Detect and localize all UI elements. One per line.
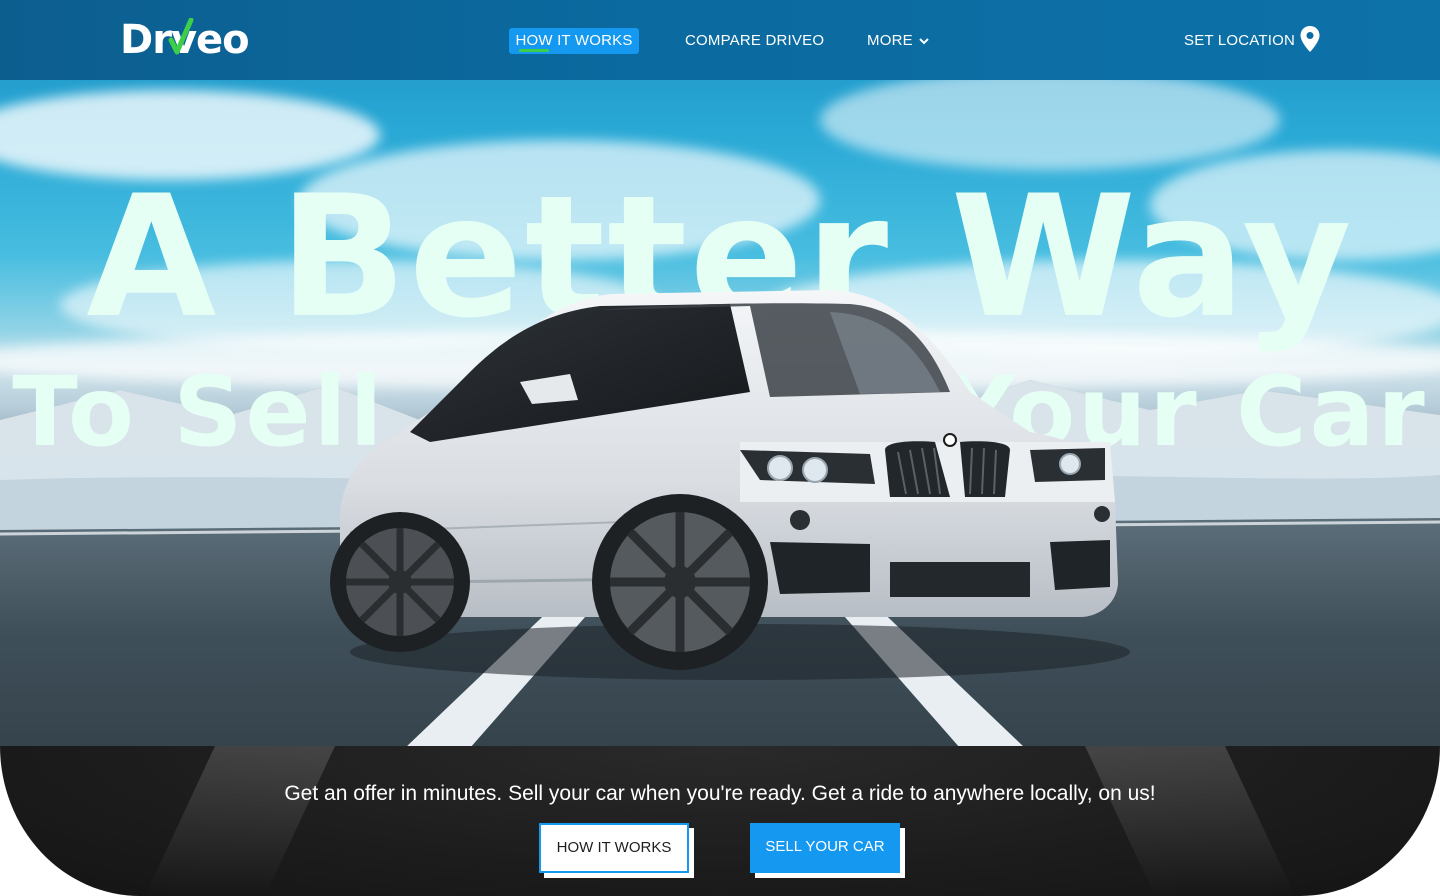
nav-more-dropdown[interactable]: MORE — [867, 28, 929, 54]
how-it-works-button[interactable]: HOW IT WORKS — [539, 823, 689, 873]
cta-panel: Get an offer in minutes. Sell your car w… — [0, 746, 1440, 896]
set-location-label: SET LOCATION — [1184, 32, 1296, 49]
white-suv-image — [330, 290, 1130, 680]
logo-text-start: Dr — [120, 17, 172, 63]
set-location-link[interactable]: SET LOCATION — [1184, 28, 1295, 54]
sell-your-car-button[interactable]: SELL YOUR CAR — [750, 823, 900, 873]
nav-more-label: MORE — [867, 32, 913, 49]
active-underline — [519, 49, 549, 52]
light-streak — [1085, 746, 1295, 896]
top-navbar: Drveo HOW IT WORKS COMPARE DRIVEO MORE S… — [0, 0, 1440, 80]
light-streak — [145, 746, 335, 896]
driveo-logo[interactable]: Drveo — [120, 16, 250, 64]
nav-how-it-works[interactable]: HOW IT WORKS — [509, 28, 639, 54]
map-pin-icon[interactable] — [1300, 26, 1320, 52]
nav-compare-label: COMPARE DRIVEO — [685, 32, 825, 49]
nav-how-it-works-label: HOW IT WORKS — [515, 32, 633, 49]
nav-compare-driveo[interactable]: COMPARE DRIVEO — [685, 28, 824, 54]
cta-tagline: Get an offer in minutes. Sell your car w… — [284, 782, 1156, 805]
chevron-down-icon — [919, 38, 929, 45]
check-icon — [168, 18, 194, 55]
